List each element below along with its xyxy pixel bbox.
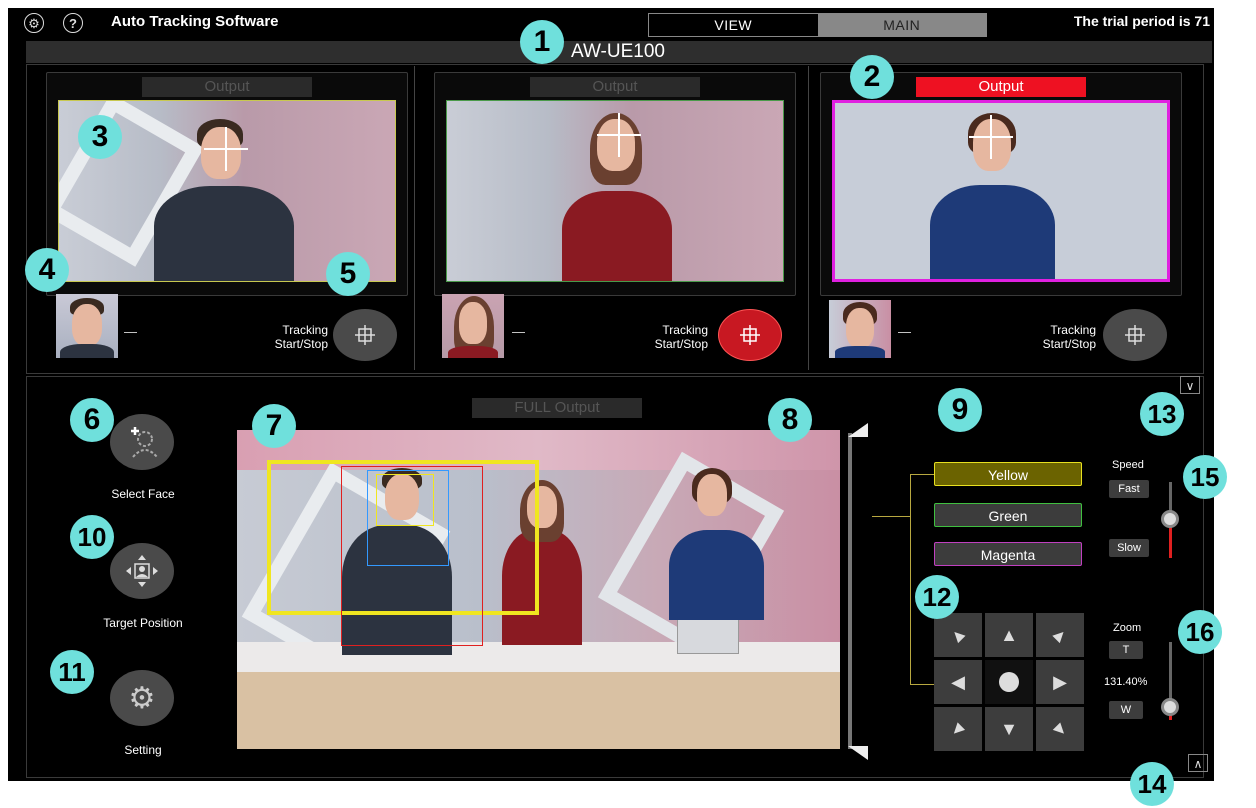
camera-preview[interactable] (446, 100, 784, 282)
home-button[interactable] (985, 660, 1033, 704)
tab-main[interactable]: MAIN (817, 14, 986, 36)
connector-line (910, 474, 911, 684)
select-face-label: Select Face (111, 487, 175, 501)
face-thumbnail (829, 300, 891, 358)
settings-icon[interactable]: ⚙ (24, 13, 44, 33)
output-tag[interactable]: Output (142, 77, 312, 97)
camera-model: AW-UE100 (571, 41, 665, 62)
callout-badge: 2 (850, 55, 894, 99)
select-face-button[interactable] (110, 414, 174, 470)
vertical-track (848, 433, 852, 749)
tracking-label: Tracking Start/Stop (1042, 323, 1096, 351)
divider (414, 66, 415, 370)
app-window: ⚙ ? Auto Tracking Software VIEW MAIN The… (8, 8, 1214, 781)
pan-up-button[interactable]: ▲ (985, 613, 1033, 657)
target-position-label: Target Position (103, 616, 183, 630)
pan-tilt-pad: ▲ ▲ ▲ ◀ ▶ ▼ ▼ ▼ (934, 613, 1084, 751)
crosshair-icon (740, 325, 760, 345)
crosshair-icon (1125, 325, 1145, 345)
tab-view[interactable]: VIEW (649, 14, 818, 36)
setting-label: Setting (124, 743, 162, 757)
callout-badge: 5 (326, 252, 370, 296)
pan-up-right-button[interactable]: ▲ (1036, 613, 1084, 657)
connector-line (872, 516, 910, 517)
callout-badge: 7 (252, 404, 296, 448)
target-position-icon (126, 555, 158, 587)
callout-badge: 3 (78, 115, 122, 159)
zoom-value: 131.40% (1104, 676, 1148, 688)
pan-up-left-button[interactable]: ▲ (934, 613, 982, 657)
app-title: Auto Tracking Software (111, 13, 279, 30)
full-output-preview[interactable] (237, 430, 840, 749)
speed-slow-button[interactable]: Slow (1109, 539, 1149, 557)
setting-button[interactable]: ⚙ (110, 670, 174, 726)
callout-badge: 12 (915, 575, 959, 619)
face-thumbnail (56, 294, 118, 358)
connector-line (910, 474, 934, 475)
callout-badge: 8 (768, 398, 812, 442)
zoom-tele-button[interactable]: T (1109, 641, 1143, 659)
chevron-down-icon[interactable]: ∨ (1180, 376, 1200, 394)
speed-fast-button[interactable]: Fast (1109, 480, 1149, 498)
chevron-up-icon[interactable]: ∧ (1188, 754, 1208, 772)
trial-notice: The trial period is 71 (1073, 13, 1210, 29)
divider (808, 66, 809, 370)
camera-panel-2: Output (434, 72, 796, 296)
zoom-label: Zoom (1113, 622, 1142, 634)
callout-badge: 4 (25, 248, 69, 292)
select-face-icon (131, 427, 158, 458)
camera-panel-3: Output (820, 72, 1182, 296)
view-main-tabs: VIEW MAIN (648, 13, 987, 37)
tracking-start-stop-button[interactable] (1103, 309, 1167, 361)
callout-badge: 1 (520, 20, 564, 64)
tracking-label: Tracking Start/Stop (654, 323, 708, 351)
callout-badge: 6 (70, 398, 114, 442)
tracking-frame-face (376, 474, 434, 526)
callout-badge: 9 (938, 388, 982, 432)
color-button-magenta[interactable]: Magenta (934, 542, 1082, 566)
zoom-slider-thumb[interactable] (1161, 698, 1179, 716)
color-button-green[interactable]: Green (934, 503, 1082, 527)
speed-slider-thumb[interactable] (1161, 510, 1179, 528)
callout-badge: 16 (1178, 610, 1222, 654)
face-id-placeholder: — (898, 324, 911, 339)
top-marker-icon[interactable] (848, 423, 868, 437)
zoom-wide-button[interactable]: W (1109, 701, 1143, 719)
full-output-tag[interactable]: FULL Output (472, 398, 642, 418)
tracking-label: Tracking Start/Stop (274, 323, 328, 351)
callout-badge: 13 (1140, 392, 1184, 436)
output-tag[interactable]: Output (530, 77, 700, 97)
color-button-yellow[interactable]: Yellow (934, 462, 1082, 486)
connector-line (910, 684, 934, 685)
pan-down-left-button[interactable]: ▼ (934, 707, 982, 751)
face-id-placeholder: — (124, 324, 137, 339)
callout-badge: 14 (1130, 762, 1174, 806)
gear-icon: ⚙ (128, 681, 156, 715)
callout-badge: 10 (70, 515, 114, 559)
pan-right-button[interactable]: ▶ (1036, 660, 1084, 704)
crosshair-icon (355, 325, 375, 345)
face-thumbnail (442, 294, 504, 358)
bottom-marker-icon[interactable] (848, 746, 868, 760)
callout-badge: 11 (50, 650, 94, 694)
pan-left-button[interactable]: ◀ (934, 660, 982, 704)
target-position-button[interactable] (110, 543, 174, 599)
face-id-placeholder: — (512, 324, 525, 339)
pan-down-button[interactable]: ▼ (985, 707, 1033, 751)
tracking-start-stop-button[interactable] (718, 309, 782, 361)
camera-preview[interactable] (832, 100, 1170, 282)
callout-badge: 15 (1183, 455, 1227, 499)
speed-label: Speed (1112, 459, 1144, 471)
pan-down-right-button[interactable]: ▼ (1036, 707, 1084, 751)
tracking-start-stop-button[interactable] (333, 309, 397, 361)
output-tag[interactable]: Output (916, 77, 1086, 97)
help-icon[interactable]: ? (63, 13, 83, 33)
